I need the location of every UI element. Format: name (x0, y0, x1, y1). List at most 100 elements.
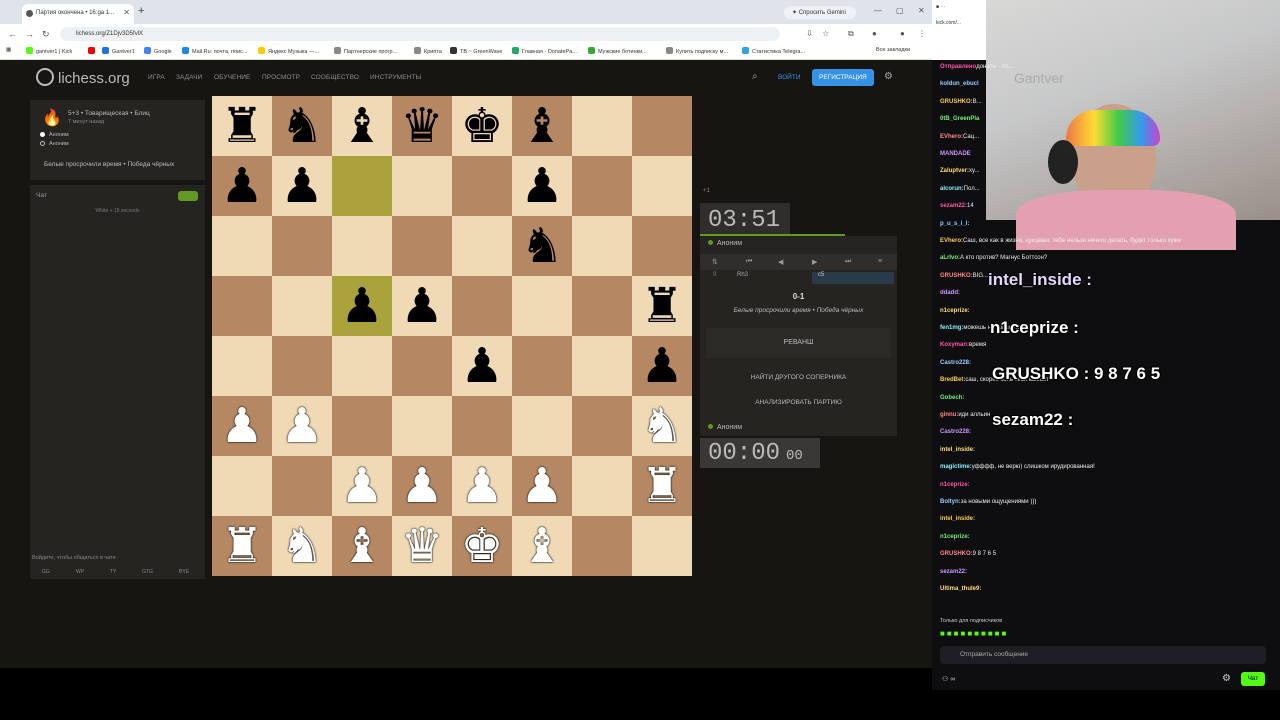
login-link[interactable]: ВОЙТИ (778, 74, 801, 81)
square-d2[interactable]: ♟ (392, 456, 452, 516)
bookmark-5[interactable]: Яндекс Музыка —... (258, 47, 319, 55)
black-player[interactable]: Аноним (40, 141, 69, 147)
square-e7[interactable] (452, 156, 512, 216)
square-g7[interactable] (572, 156, 632, 216)
bookmark-6[interactable]: Партнерские прогр... (334, 47, 397, 55)
square-f2[interactable]: ♟ (512, 456, 572, 516)
extensions-icon[interactable]: ⧉ (848, 29, 854, 39)
chat-username[interactable]: GRUSHKO: (940, 273, 973, 279)
square-g3[interactable] (572, 396, 632, 456)
chat-username[interactable]: Castro228: (940, 360, 971, 366)
square-d7[interactable] (392, 156, 452, 216)
black-king-icon[interactable]: ♚ (452, 96, 512, 156)
chat-username[interactable]: sezam22: (940, 569, 967, 575)
bookmark-10[interactable]: Мужские ботинки... (588, 47, 647, 55)
black-rook-icon[interactable]: ♜ (632, 276, 692, 336)
chat-username[interactable]: p_u_s_i_l: (940, 221, 969, 227)
chat-username[interactable]: aLrIvo: (940, 255, 960, 261)
square-e4[interactable]: ♟ (452, 336, 512, 396)
square-f5[interactable] (512, 276, 572, 336)
chat-username[interactable]: ginnu: (940, 412, 958, 418)
bookmark-7[interactable]: Крипта (414, 47, 442, 55)
square-d5[interactable]: ♟ (392, 276, 452, 336)
chat-username[interactable]: Boltyn: (940, 499, 961, 505)
bookmark-11[interactable]: Купить подписку м... (666, 47, 728, 55)
bookmark-4[interactable]: Mail.Ru: почта, поис... (182, 47, 248, 55)
move-white[interactable]: Rh3 (737, 272, 748, 278)
nav-puzzles[interactable]: ЗАДАЧИ (176, 74, 202, 81)
install-icon[interactable]: ⇩ (806, 29, 813, 38)
bookmark-1[interactable] (88, 47, 98, 55)
menu-icon[interactable]: ≡ (878, 258, 882, 265)
quick-gtg[interactable]: GTG (142, 569, 153, 575)
chat-toggle[interactable] (178, 191, 198, 201)
send-message-input[interactable]: Отправить сообщение (940, 646, 1266, 664)
black-bishop-icon[interactable]: ♝ (512, 96, 572, 156)
quick-gg[interactable]: GG (42, 569, 50, 575)
white-pawn-icon[interactable]: ♟ (212, 396, 272, 456)
square-f1[interactable]: ♝ (512, 516, 572, 576)
square-f7[interactable]: ♟ (512, 156, 572, 216)
chat-username[interactable]: GRUSHKO: (940, 99, 973, 105)
settings-icon[interactable]: ⚙ (1222, 673, 1231, 684)
square-b7[interactable]: ♟ (272, 156, 332, 216)
chat-username[interactable]: EVhero: (940, 134, 963, 140)
square-d8[interactable]: ♛ (392, 96, 452, 156)
last-move-icon[interactable]: ⏭ (845, 258, 851, 266)
bookmark-8[interactable]: TB ~ GreenWave (450, 47, 502, 55)
square-a5[interactable] (212, 276, 272, 336)
square-a2[interactable] (212, 456, 272, 516)
black-queen-icon[interactable]: ♛ (392, 96, 452, 156)
chat-username[interactable]: Отправлено (940, 64, 976, 70)
gemini-button[interactable]: ✦ Спросить Gemini (784, 6, 856, 19)
square-b3[interactable]: ♟ (272, 396, 332, 456)
bookmark-12[interactable]: Статистика Telegra... (742, 47, 805, 55)
menu-icon[interactable]: ⋮ (918, 29, 926, 38)
square-d6[interactable] (392, 216, 452, 276)
profile-icon[interactable]: ● (872, 29, 877, 38)
square-d1[interactable]: ♛ (392, 516, 452, 576)
chat-send-button[interactable]: Чат (1241, 672, 1265, 686)
square-b6[interactable] (272, 216, 332, 276)
square-c1[interactable]: ♝ (332, 516, 392, 576)
square-c3[interactable] (332, 396, 392, 456)
register-button[interactable]: РЕГИСТРАЦИЯ (812, 69, 874, 86)
nav-play[interactable]: ИГРА (148, 74, 165, 81)
white-pawn-icon[interactable]: ♟ (452, 456, 512, 516)
chat-username[interactable]: GRUSHKO: (940, 551, 973, 557)
nav-community[interactable]: СООБЩЕСТВО (311, 74, 359, 81)
chat-username[interactable]: MANDADE (940, 151, 971, 157)
square-f3[interactable] (512, 396, 572, 456)
square-a6[interactable] (212, 216, 272, 276)
active-tab[interactable]: Партия окончена • 16:ga 1... ✕ (22, 4, 134, 24)
white-pawn-icon[interactable]: ♟ (272, 396, 332, 456)
square-a3[interactable]: ♟ (212, 396, 272, 456)
square-d3[interactable] (392, 396, 452, 456)
square-c4[interactable] (332, 336, 392, 396)
black-pawn-icon[interactable]: ♟ (332, 276, 392, 336)
forward-icon[interactable]: → (25, 29, 34, 39)
next-move-icon[interactable]: ▶ (812, 258, 817, 266)
square-f6[interactable]: ♞ (512, 216, 572, 276)
square-h7[interactable] (632, 156, 692, 216)
avatar[interactable]: ● (900, 29, 905, 38)
bottom-player-name[interactable]: Аноним (708, 424, 742, 431)
new-tab-icon[interactable]: + (138, 5, 144, 17)
chat-username[interactable]: magictime: (940, 464, 972, 470)
bookmark-0[interactable]: gantver1 | Kick (26, 47, 72, 55)
back-icon[interactable]: ← (8, 29, 17, 39)
black-bishop-icon[interactable]: ♝ (332, 96, 392, 156)
square-a8[interactable]: ♜ (212, 96, 272, 156)
black-pawn-icon[interactable]: ♟ (452, 336, 512, 396)
quick-ty[interactable]: TY (110, 569, 116, 575)
chat-username[interactable]: n1ceprize: (940, 482, 970, 488)
square-h3[interactable]: ♞ (632, 396, 692, 456)
minimize-icon[interactable]: — (874, 6, 882, 15)
new-opponent-button[interactable]: НАЙТИ ДРУГОГО СОПЕРНИКА (700, 374, 897, 381)
move-black[interactable]: c5 (812, 272, 894, 284)
black-pawn-icon[interactable]: ♟ (272, 156, 332, 216)
square-h6[interactable] (632, 216, 692, 276)
chat-username[interactable]: koldun_ebucl (940, 81, 979, 87)
chat-input[interactable]: Войдите, чтобы общаться в чате (32, 555, 116, 561)
black-pawn-icon[interactable]: ♟ (512, 156, 572, 216)
